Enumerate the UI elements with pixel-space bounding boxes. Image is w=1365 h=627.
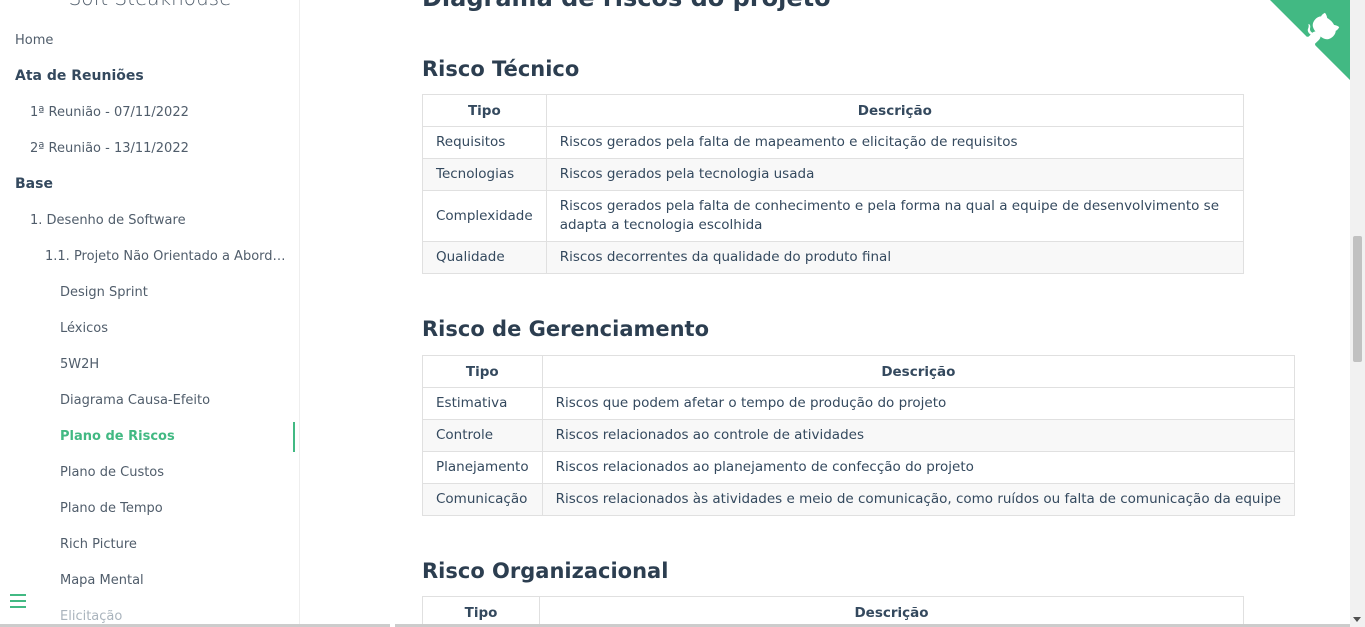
- table-risco-tecnico: Tipo Descrição Requisitos Riscos gerados…: [422, 94, 1245, 274]
- table-header-row: Tipo Descrição: [422, 596, 1244, 627]
- col-header-tipo: Tipo: [422, 596, 540, 627]
- sidebar-item-lexicos[interactable]: Léxicos: [60, 321, 108, 336]
- cell-tipo: Estimativa: [422, 387, 543, 420]
- section-title-risco-organizacional: Risco Organizacional: [422, 559, 669, 583]
- table-row: Requisitos Riscos gerados pela falta de …: [422, 126, 1245, 159]
- github-corner-icon[interactable]: [1270, 0, 1350, 80]
- app-name[interactable]: Soft Steakhouse: [0, 0, 299, 10]
- main-content: Diagrama de riscos do projeto Risco Técn…: [300, 0, 1350, 627]
- sidebar-item-rich-picture[interactable]: Rich Picture: [60, 537, 137, 552]
- table-row: Planejamento Riscos relacionados ao plan…: [422, 451, 1296, 484]
- col-header-tipo: Tipo: [422, 355, 543, 388]
- sidebar-item-elicitacao[interactable]: Elicitação: [60, 609, 122, 624]
- cell-descricao: Riscos gerados pela tecnologia usada: [545, 158, 1245, 191]
- sidebar-item-design-sprint[interactable]: Design Sprint: [60, 285, 148, 300]
- sidebar-item-mapa-mental[interactable]: Mapa Mental: [60, 573, 144, 588]
- table-header-row: Tipo Descrição: [422, 94, 1245, 127]
- sidebar-section-atas[interactable]: Ata de Reuniões: [15, 68, 144, 84]
- col-header-descricao: Descrição: [545, 94, 1245, 127]
- scrollbar-thumb[interactable]: [1353, 236, 1362, 362]
- cell-descricao: Riscos relacionados às atividades e meio…: [541, 483, 1296, 516]
- cell-tipo: Tecnologias: [422, 158, 547, 191]
- table-row: Estimativa Riscos que podem afetar o tem…: [422, 387, 1296, 420]
- sidebar-item-desenho-software[interactable]: 1. Desenho de Software: [30, 213, 186, 228]
- table-row: Controle Riscos relacionados ao controle…: [422, 419, 1296, 452]
- section-title-risco-gerenciamento: Risco de Gerenciamento: [422, 317, 710, 341]
- sidebar-item-plano-tempo[interactable]: Plano de Tempo: [60, 501, 163, 516]
- sidebar-item-reuniao-1[interactable]: 1ª Reunião - 07/11/2022: [30, 105, 189, 120]
- vertical-scrollbar[interactable]: [1350, 0, 1365, 627]
- sidebar-item-plano-custos[interactable]: Plano de Custos: [60, 465, 164, 480]
- sidebar-section-base[interactable]: Base: [15, 176, 53, 192]
- cell-tipo: Requisitos: [422, 126, 547, 159]
- col-header-descricao: Descrição: [541, 355, 1296, 388]
- cell-tipo: Planejamento: [422, 451, 543, 484]
- section-title-risco-tecnico: Risco Técnico: [422, 57, 580, 81]
- active-indicator: [293, 422, 295, 452]
- menu-toggle-icon[interactable]: [10, 594, 26, 610]
- cell-tipo: Comunicação: [422, 483, 543, 516]
- sidebar: Soft Steakhouse Home Ata de Reuniões 1ª …: [0, 0, 300, 627]
- page-title: Diagrama de riscos do projeto: [422, 0, 831, 12]
- cell-descricao: Riscos gerados pela falta de conheciment…: [545, 190, 1245, 242]
- sidebar-item-5w2h[interactable]: 5W2H: [60, 357, 99, 372]
- cell-descricao: Riscos que podem afetar o tempo de produ…: [541, 387, 1296, 420]
- table-row: Complexidade Riscos gerados pela falta d…: [422, 190, 1245, 242]
- col-header-tipo: Tipo: [422, 94, 547, 127]
- scroll-down-arrow-icon[interactable]: [1353, 617, 1361, 622]
- col-header-descricao: Descrição: [539, 596, 1244, 627]
- sidebar-item-plano-riscos[interactable]: Plano de Riscos: [60, 429, 175, 444]
- table-row: Comunicação Riscos relacionados às ativi…: [422, 483, 1296, 516]
- sidebar-item-projeto-nao-orientado[interactable]: 1.1. Projeto Não Orientado a Abordagen..…: [45, 249, 293, 264]
- cell-tipo: Qualidade: [422, 241, 547, 274]
- cell-descricao: Riscos gerados pela falta de mapeamento …: [545, 126, 1245, 159]
- cell-descricao: Riscos decorrentes da qualidade do produ…: [545, 241, 1245, 274]
- table-row: Tecnologias Riscos gerados pela tecnolog…: [422, 158, 1245, 191]
- cell-tipo: Controle: [422, 419, 543, 452]
- table-row: Qualidade Riscos decorrentes da qualidad…: [422, 241, 1245, 274]
- table-header-row: Tipo Descrição: [422, 355, 1296, 388]
- cell-descricao: Riscos relacionados ao planejamento de c…: [541, 451, 1296, 484]
- cell-tipo: Complexidade: [422, 190, 547, 242]
- sidebar-item-home[interactable]: Home: [15, 33, 53, 48]
- table-risco-organizacional: Tipo Descrição: [422, 596, 1244, 627]
- cell-descricao: Riscos relacionados ao controle de ativi…: [541, 419, 1296, 452]
- table-risco-gerenciamento: Tipo Descrição Estimativa Riscos que pod…: [422, 355, 1296, 516]
- sidebar-item-causa-efeito[interactable]: Diagrama Causa-Efeito: [60, 393, 210, 408]
- sidebar-item-reuniao-2[interactable]: 2ª Reunião - 13/11/2022: [30, 141, 189, 156]
